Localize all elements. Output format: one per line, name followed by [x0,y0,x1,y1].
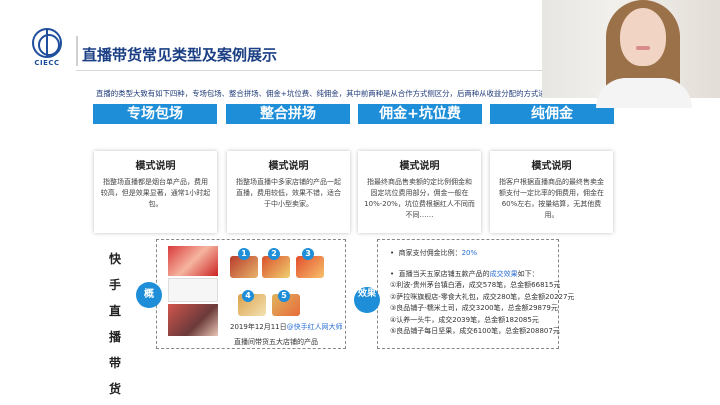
product-list-photo [168,278,218,302]
commission-line: • 商家支付佣金比例：20% [390,249,478,257]
product-badge-1: 1 [238,248,250,260]
effect-item-5: ⑤良品铺子每日坚果，成交6100笔，总金额208807元 [390,327,560,335]
effect-item-3: ③良品铺子-糯米土司，成交3200笔，总金额29879元 [390,304,558,312]
effect-box: • 商家支付佣金比例：20% • 直播当天五家店铺五款产品的成交效果如下： ①利… [377,239,575,349]
presentation-slide: CIECC 直播带货常见类型及案例展示 直播的类型大致有如下四种，专场包场、整合… [0,0,720,405]
product-badge-3: 3 [302,248,314,260]
product-badge-2: 2 [268,248,280,260]
summary-line: • 直播当天五家店铺五款产品的成交效果如下： [390,269,539,278]
mode-title: 模式说明 [399,161,440,172]
vertical-char: 带 [108,356,121,370]
type-banner-1: 专场包场 [93,104,217,124]
ciecc-logo: CIECC [30,28,64,68]
case-date-highlight: @快手红人网大师 [286,323,343,331]
effect-item-4: ④认养一头牛，成交2039笔，总金额182085元 [390,315,539,324]
case-caption: 直播间带货五大店铺的产品 [234,338,318,346]
intro-text: 直播的类型大致有如下四种，专场包场、整合拼场、佣金+坑位费、纯佣金，其中前两种是… [96,89,576,98]
effect-tag: 效果 [354,287,380,313]
effect-item-1: ①利波-贵州茅台镇白酒，成交578笔，总金额66815元 [390,281,561,289]
vertical-char: 快 [108,252,121,266]
logo-text: CIECC [34,59,60,67]
product-badge-4: 4 [242,290,254,302]
mode-card-1: 模式说明 指整场直播都是烟台单产品，费用较高，但是效果显著，通常1小时起包。 [94,151,217,233]
mode-title: 模式说明 [531,161,572,172]
mode-card-3: 模式说明 指最终商品售卖额的定比例佣金和固定坑位费用部分，佣金一般在10%-20… [358,151,481,233]
vertical-char: 播 [108,330,121,344]
presenter-face [620,8,666,66]
title-divider [76,36,78,66]
summary-suffix: 如下： [517,269,539,278]
summary-prefix: 直播当天五家店铺五款产品的 [398,269,490,278]
vertical-char: 直 [108,304,121,318]
commission-value: 20% [461,249,478,257]
mode-desc: 指整场直播都是烟台单产品，费用较高，但是效果显著，通常1小时起包。 [100,178,211,208]
vertical-section-title: 快 手 直 播 带 货 [108,246,122,402]
overview-tag: 概 [136,282,162,308]
type-banner-3: 佣金+坑位费 [358,104,482,124]
mode-card-4: 模式说明 指客户根据直播商品的最终售卖金额支付一定比率的佣费用，佣金在60%左右… [490,151,613,233]
effect-item-2: ②萨拉咪旗舰店-零食大礼包，成交280笔，总金额20227元 [390,292,575,301]
product-badge-5: 5 [278,290,290,302]
mode-title: 模式说明 [135,161,176,172]
vertical-char: 货 [108,382,121,396]
commission-label: 商家支付佣金比例： [398,249,462,257]
mode-title: 模式说明 [268,161,309,172]
mode-desc: 指最终商品售卖额的定比例佣金和固定坑位费用部分，佣金一般在10%-20%，坑位费… [364,178,475,219]
globe-icon [32,28,62,58]
case-date-text: 2019年12月11日 [230,323,287,331]
mode-card-2: 模式说明 指整场直播中多家店铺的产品一起直播，费用较低，效果不错，适合于中小型卖… [227,151,350,233]
vertical-char: 手 [108,278,121,292]
page-title: 直播带货常见类型及案例展示 [82,46,278,64]
presenter-lips [636,46,650,50]
summary-highlight: 成交效果 [489,269,518,278]
case-date: 2019年12月11日@快手红人网大师 [230,322,343,332]
presenter-shirt [596,78,692,108]
streamer-photo [168,246,218,276]
mode-desc: 指客户根据直播商品的最终售卖金额支付一定比率的佣费用，佣金在60%左右，按量结算… [499,178,604,219]
type-banner-2: 整合拼场 [226,104,350,124]
live-room-photo [168,304,218,336]
mode-desc: 指整场直播中多家店铺的产品一起直播，费用较低，效果不错，适合于中小型卖家。 [236,178,341,208]
